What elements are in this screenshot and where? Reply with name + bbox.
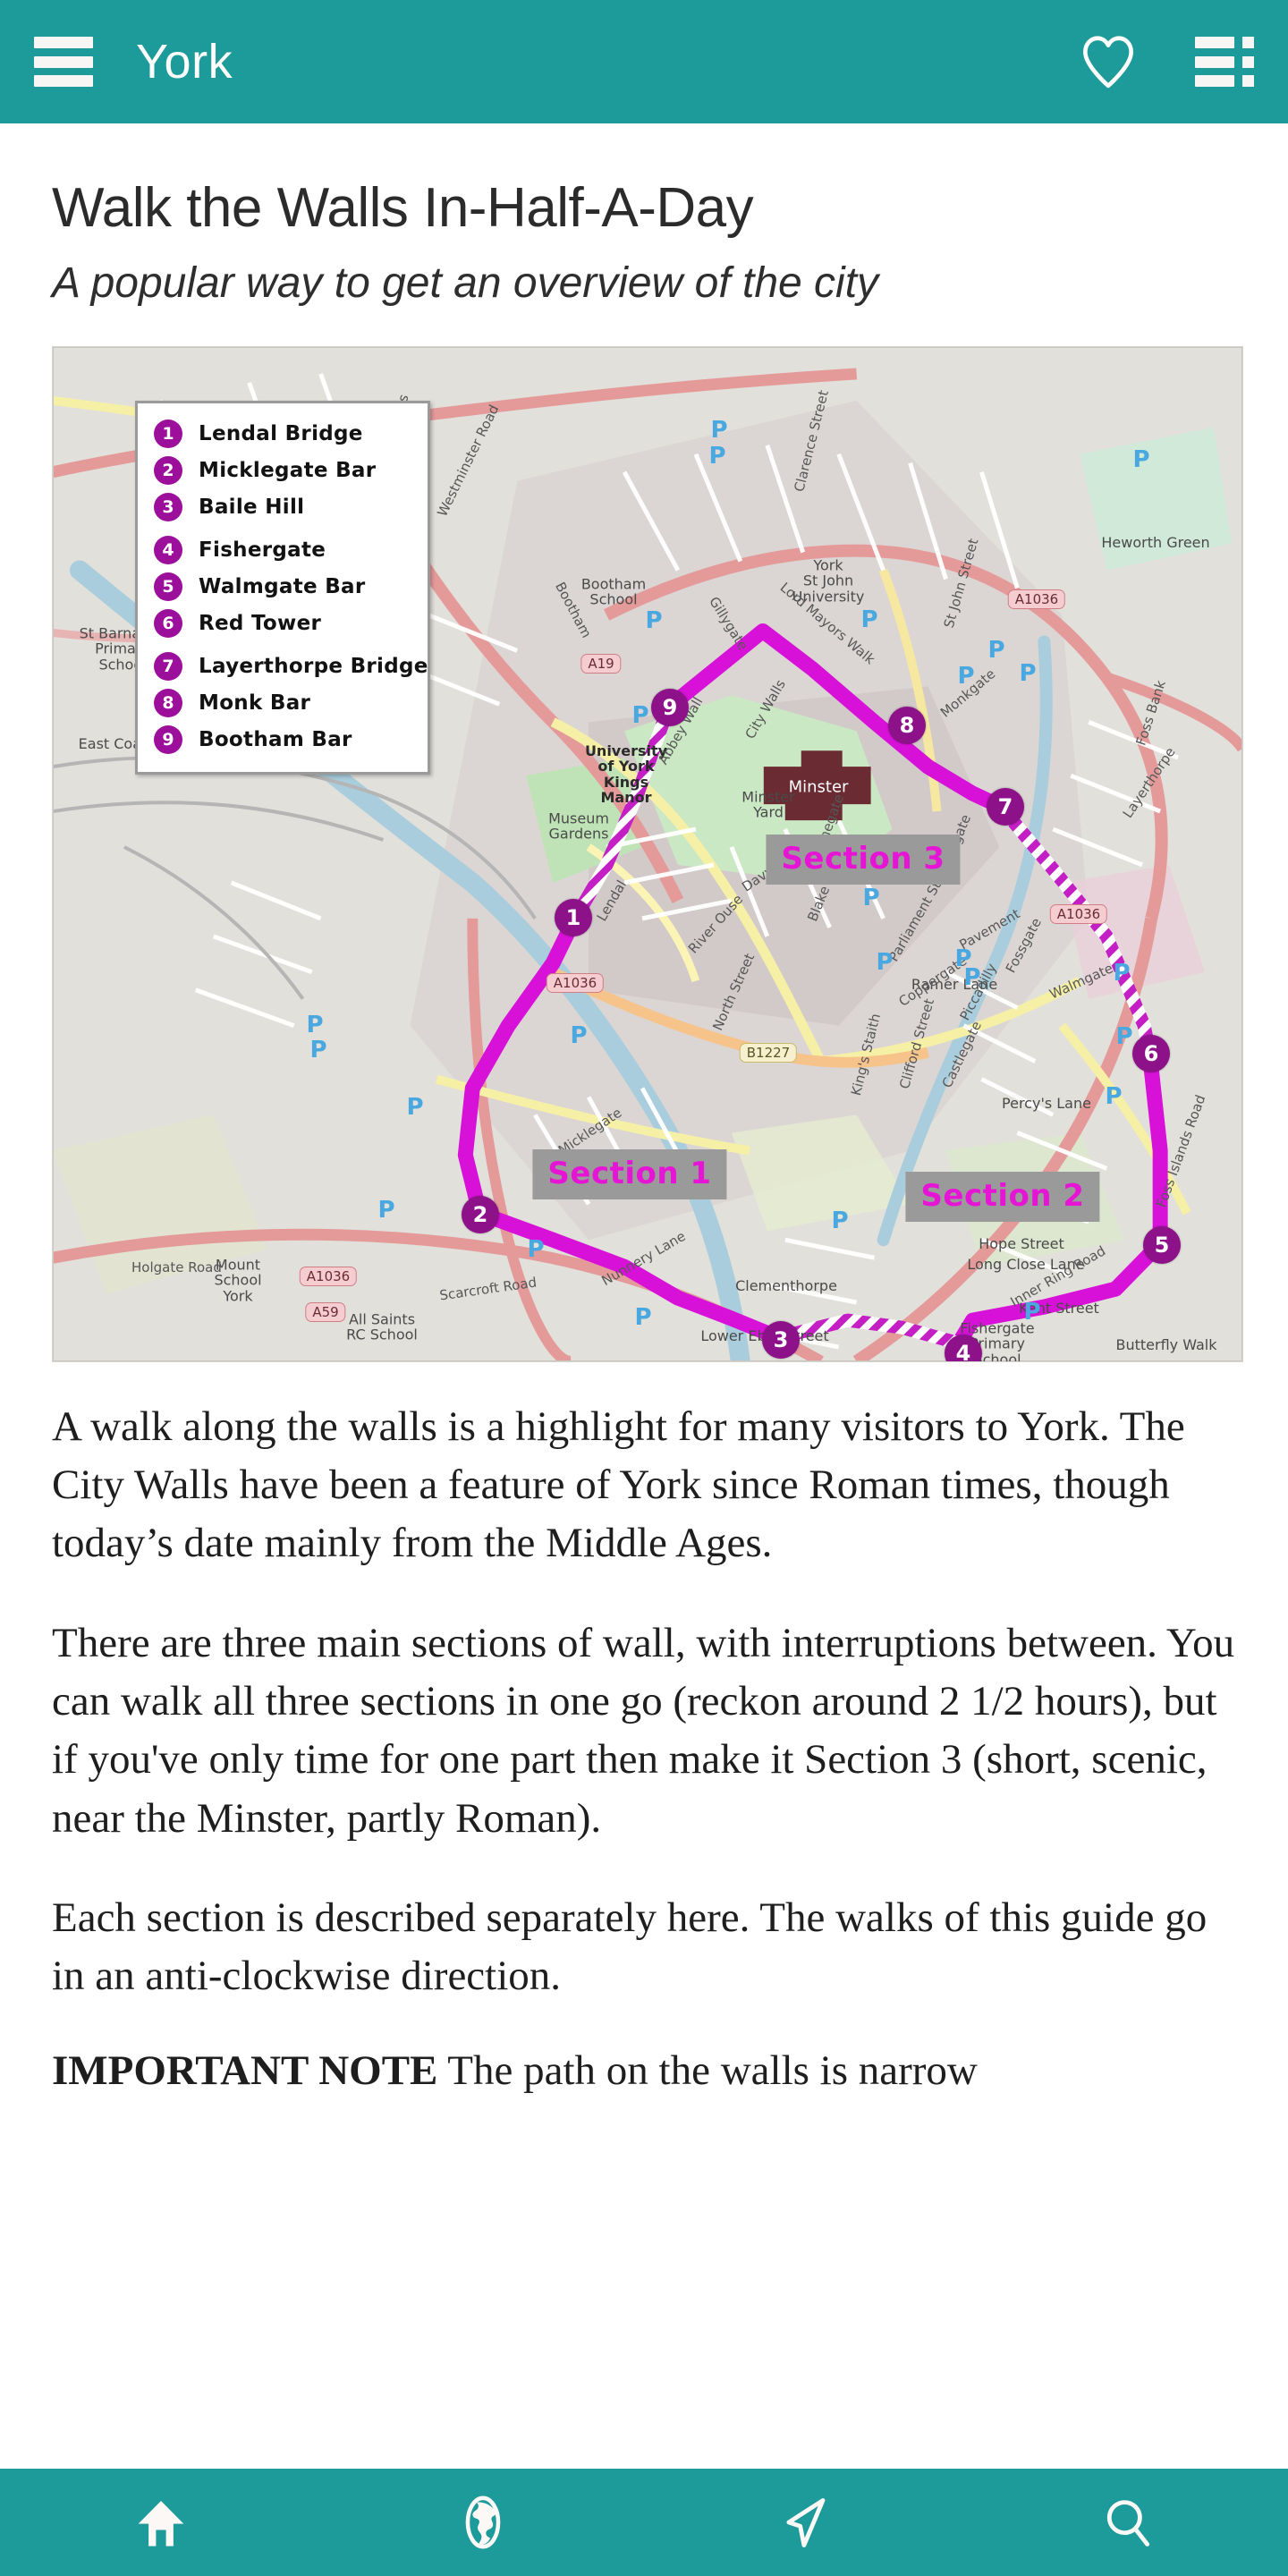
list-view-button[interactable] [1195,37,1254,87]
legend-item: 3 Baile Hill [154,492,415,521]
paragraph-2: There are three main sections of wall, w… [52,1619,1235,1842]
paragraph-4-note: IMPORTANT NOTE The path on the walls is … [52,2042,1236,2100]
important-note-label: IMPORTANT NOTE [52,2046,438,2094]
navigation-arrow-icon [786,2498,826,2547]
legend-label: Fishergate [199,538,326,562]
article-subhead: A popular way to get an overview of the … [52,259,879,308]
nav-navigate-button[interactable] [644,2469,966,2576]
important-note-text: The path on the walls is narrow [437,2046,978,2094]
legend-item: 9 Bootham Bar [154,724,415,754]
legend-group-3: 7 Layerthorpe Bridge 8 Monk Bar 9 Bootha… [154,651,428,754]
legend-label: Walmgate Bar [199,574,366,598]
paragraph-1: A walk along the walls is a highlight fo… [52,1402,1185,1567]
legend-item: 7 Layerthorpe Bridge [154,651,428,681]
legend-group-2: 4 Fishergate 5 Walmgate Bar 6 Red Tower [154,535,415,638]
globe-icon [465,2496,501,2549]
heart-icon [1083,36,1133,89]
section-tag-3: Section 3 [766,834,961,885]
legend-label: Baile Hill [199,495,305,519]
legend-label: Red Tower [199,611,322,635]
legend-group-1: 1 Lendal Bridge 2 Micklegate Bar 3 Baile… [154,419,415,521]
bottom-navigation-bar [0,2469,1288,2576]
legend-item: 2 Micklegate Bar [154,455,415,485]
legend-item: 8 Monk Bar [154,688,415,717]
map-marker-8[interactable]: 8 [888,706,926,744]
legend-number: 1 [154,419,182,448]
section-tag-2: Section 2 [905,1171,1100,1222]
list-bullet-icon [1195,37,1254,87]
hamburger-menu-icon[interactable] [34,37,93,87]
paragraph-3: Each section is described separately her… [52,1894,1208,2000]
legend-label: Micklegate Bar [199,458,377,482]
top-app-bar: York [0,0,1288,123]
map-marker-3[interactable]: 3 [762,1320,800,1359]
map-marker-5[interactable]: 5 [1143,1225,1181,1264]
page-title: York [136,35,233,89]
legend-item: 1 Lendal Bridge [154,419,415,448]
map-marker-6[interactable]: 6 [1132,1034,1170,1072]
legend-number: 4 [154,535,182,564]
search-icon [1106,2500,1150,2546]
legend-number: 8 [154,688,182,717]
legend-label: Bootham Bar [199,727,352,751]
nav-home-button[interactable] [0,2469,322,2576]
article-headline: Walk the Walls In-Half-A-Day [52,177,754,239]
map-marker-2[interactable]: 2 [462,1195,499,1233]
article-body: A walk along the walls is a highlight fo… [0,1362,1288,2100]
legend-number: 3 [154,492,182,521]
legend-item: 5 Walmgate Bar [154,572,415,601]
map-marker-9[interactable]: 9 [651,688,689,726]
legend-item: 4 Fishergate [154,535,415,564]
legend-number: 5 [154,572,182,601]
legend-label: Layerthorpe Bridge [199,654,428,678]
legend-number: 9 [154,724,182,754]
legend-label: Monk Bar [199,691,311,715]
nav-search-button[interactable] [966,2469,1288,2576]
article-content: Walk the Walls In-Half-A-Day A popular w… [0,123,1288,2576]
home-icon [138,2501,184,2546]
legend-item: 6 Red Tower [154,608,415,638]
legend-number: 6 [154,608,182,638]
favourite-button[interactable] [1077,30,1195,93]
route-map[interactable]: Minster Museum Gardens University of Yor… [52,345,1243,1362]
map-marker-7[interactable]: 7 [987,787,1024,826]
legend-number: 2 [154,455,182,485]
legend-number: 7 [154,651,182,681]
hamburger-bar [34,37,93,48]
legend-label: Lendal Bridge [199,421,363,445]
nav-explore-button[interactable] [322,2469,644,2576]
map-marker-1[interactable]: 1 [555,898,592,936]
hamburger-bar [34,75,93,87]
hamburger-bar [34,55,93,68]
section-tag-1: Section 1 [532,1148,727,1199]
map-legend: 1 Lendal Bridge 2 Micklegate Bar 3 Baile… [135,400,430,775]
